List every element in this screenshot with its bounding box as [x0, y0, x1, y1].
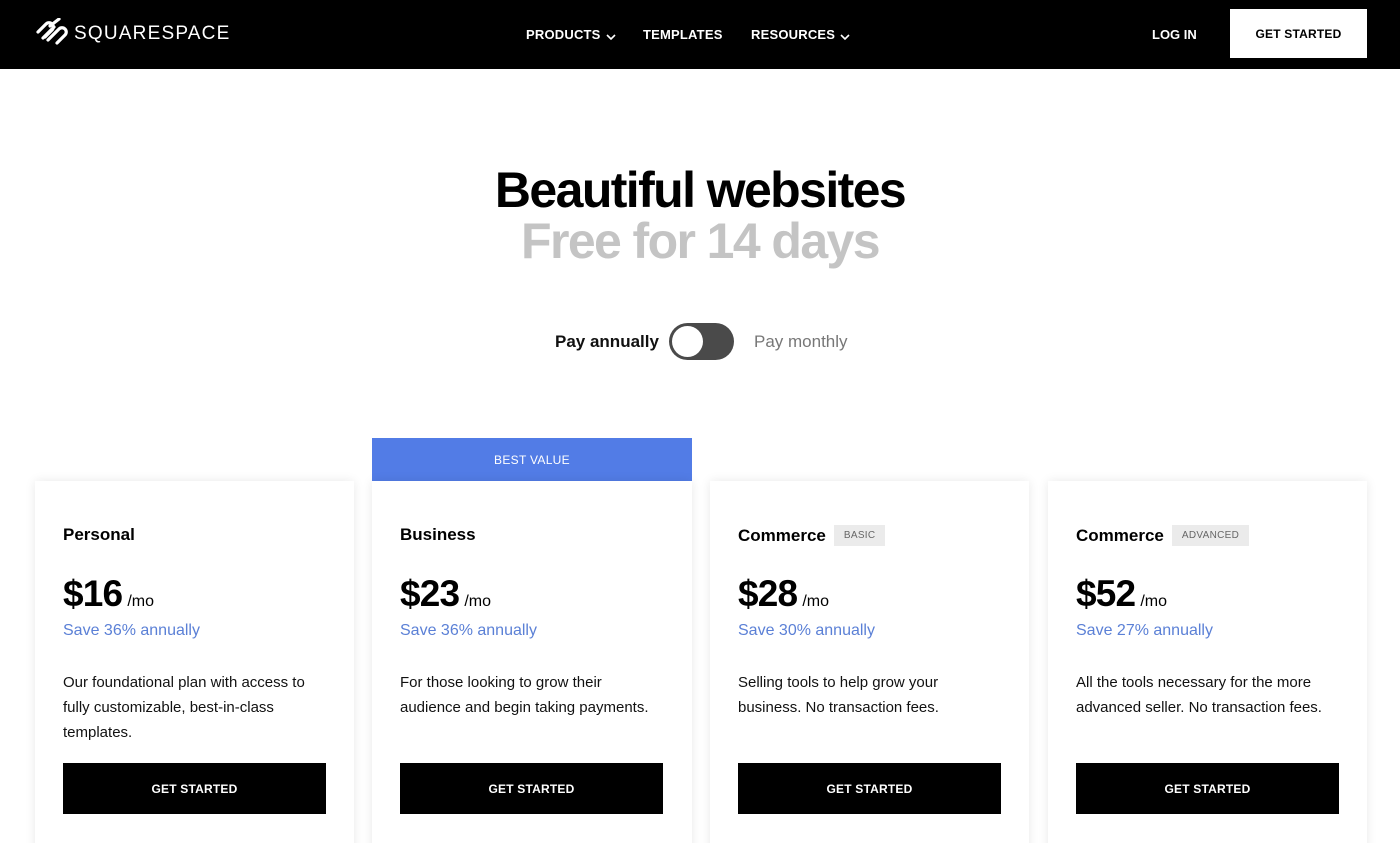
annual-savings: Save 36% annually	[400, 622, 537, 639]
plan-description: Our foundational plan with access to ful…	[63, 674, 305, 741]
brand-name: SQUARESPACE	[74, 23, 231, 44]
annual-savings: Save 27% annually	[1076, 622, 1213, 639]
plan-description: For those looking to grow their audience…	[400, 674, 649, 716]
price-period: /mo	[127, 593, 155, 610]
top-navigation-bar: SQUARESPACE PRODUCTS TEMPLATES RESOURCES…	[0, 0, 1400, 69]
plan-tier-badge: ADVANCED	[1171, 525, 1250, 546]
plan-price: $28	[738, 573, 798, 614]
plan-price: $52	[1076, 573, 1136, 614]
nav-products-label: PRODUCTS	[526, 27, 601, 42]
header-get-started-button[interactable]: GET STARTED	[1230, 9, 1367, 58]
annual-savings: Save 30% annually	[738, 622, 875, 639]
plan-header: Business	[400, 525, 476, 545]
plan-name: Personal	[63, 525, 135, 544]
get-started-button[interactable]: GET STARTED	[1076, 763, 1339, 814]
price-period: /mo	[1140, 593, 1168, 610]
plan-name: Business	[400, 525, 476, 544]
chevron-down-icon	[605, 30, 616, 40]
nav-templates[interactable]: TEMPLATES	[643, 27, 723, 42]
price-row: $52 /mo	[1076, 573, 1167, 615]
plan-header: Personal	[63, 525, 135, 545]
squarespace-logo-icon	[34, 16, 68, 51]
get-started-button[interactable]: GET STARTED	[738, 763, 1001, 814]
login-link[interactable]: LOG IN	[1152, 27, 1197, 42]
get-started-button[interactable]: GET STARTED	[400, 763, 663, 814]
plan-description: Selling tools to help grow your business…	[738, 674, 939, 716]
plan-header: Commerce BASIC	[738, 525, 886, 546]
plan-price: $23	[400, 573, 460, 614]
plan-header: Commerce ADVANCED	[1076, 525, 1250, 546]
hero-subtitle: Free for 14 days	[521, 213, 881, 269]
hero-title: Beautiful websites	[494, 162, 907, 218]
nav-resources-label: RESOURCES	[751, 27, 836, 42]
pay-annually-label[interactable]: Pay annually	[555, 332, 659, 352]
pay-monthly-label[interactable]: Pay monthly	[754, 332, 848, 352]
toggle-knob	[672, 326, 703, 357]
billing-period-toggle[interactable]	[669, 323, 734, 360]
plan-name: Commerce	[738, 525, 826, 545]
price-row: $28 /mo	[738, 573, 829, 615]
plan-tier-badge: BASIC	[833, 525, 886, 546]
plan-name: Commerce	[1076, 525, 1164, 545]
brand-logo[interactable]: SQUARESPACE	[34, 16, 231, 51]
plan-card-commerce-advanced: Commerce ADVANCED $52 /mo Save 27% annua…	[1048, 481, 1367, 843]
price-row: $16 /mo	[63, 573, 154, 615]
plan-price: $16	[63, 573, 123, 614]
plan-description: All the tools necessary for the more adv…	[1076, 674, 1322, 716]
price-period: /mo	[464, 593, 492, 610]
price-period: /mo	[802, 593, 830, 610]
get-started-button[interactable]: GET STARTED	[63, 763, 326, 814]
chevron-down-icon	[840, 30, 850, 40]
plan-card-personal: Personal $16 /mo Save 36% annually Our f…	[35, 481, 354, 843]
best-value-banner: BEST VALUE	[372, 438, 692, 481]
annual-savings: Save 36% annually	[63, 622, 200, 639]
nav-products[interactable]: PRODUCTS	[526, 27, 616, 42]
plan-card-commerce-basic: Commerce BASIC $28 /mo Save 30% annually…	[710, 481, 1029, 843]
nav-templates-label: TEMPLATES	[643, 27, 723, 42]
plan-card-business: Business $23 /mo Save 36% annually For t…	[372, 481, 692, 843]
nav-resources[interactable]: RESOURCES	[751, 27, 850, 42]
price-row: $23 /mo	[400, 573, 491, 615]
